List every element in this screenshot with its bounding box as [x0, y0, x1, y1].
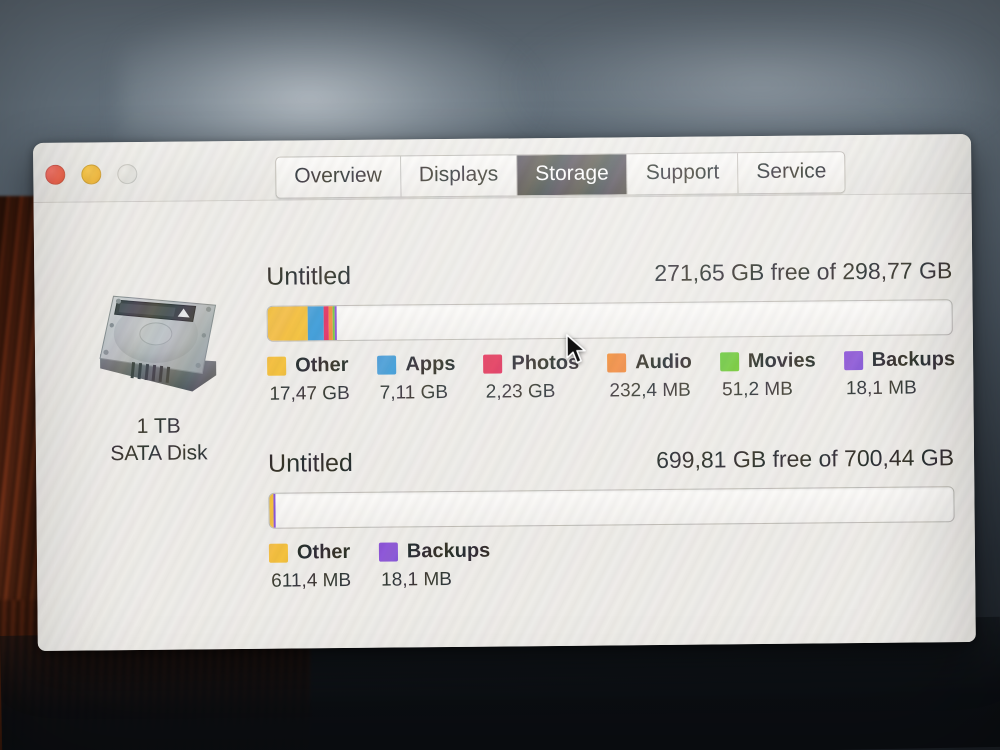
disk-summary: 1 TB SATA Disk — [50, 279, 266, 469]
storage-pane: 1 TB SATA Disk Untitled 271,65 GB free o… — [33, 193, 976, 651]
storage-bar[interactable] — [266, 299, 953, 342]
legend-item: Audio 232,4 MB — [607, 351, 692, 403]
legend-label: Movies — [747, 349, 816, 373]
legend-item-header: Apps — [377, 352, 456, 377]
legend-swatch-icon — [268, 543, 289, 563]
storage-bar[interactable] — [268, 486, 955, 529]
legend-label: Apps — [405, 352, 456, 376]
legend-value: 18,1 MB — [845, 377, 917, 400]
legend-value: 611,4 MB — [271, 569, 352, 592]
tab-bar: Overview Displays Storage Support Servic… — [275, 151, 846, 199]
disk-capacity-label: 1 TB SATA Disk — [52, 413, 267, 469]
legend-item-header: Backups — [378, 539, 491, 564]
tab-storage[interactable]: Storage — [517, 154, 628, 196]
legend-label: Audio — [635, 350, 692, 374]
legend-value: 2,23 GB — [485, 380, 556, 403]
legend-value: 51,2 MB — [722, 378, 793, 401]
minimize-button-icon[interactable] — [81, 164, 102, 185]
tab-service[interactable]: Service — [738, 152, 845, 194]
close-button-icon[interactable] — [45, 164, 66, 185]
volume-name: Untitled — [267, 448, 353, 478]
legend-swatch-icon — [483, 354, 503, 374]
storage-legend: Other 611,4 MB Backups 18,1 MB — [268, 535, 955, 593]
tab-overview[interactable]: Overview — [276, 156, 402, 198]
legend-item: Backups 18,1 MB — [843, 348, 956, 400]
storage-bar-segment — [334, 306, 338, 341]
disk-interface: SATA Disk — [110, 441, 208, 466]
hard-disk-icon — [91, 279, 224, 398]
legend-value: 232,4 MB — [609, 379, 691, 402]
legend-value: 18,1 MB — [381, 568, 452, 591]
disk-capacity: 1 TB — [136, 414, 181, 439]
storage-bar-segment — [267, 306, 308, 341]
zoom-button-icon[interactable] — [117, 164, 138, 185]
volume-free-space: 271,65 GB free of 298,77 GB — [654, 257, 953, 287]
storage-bar-segment — [273, 493, 276, 528]
screen-photo: Overview Displays Storage Support Servic… — [0, 0, 1000, 750]
legend-value: 17,47 GB — [269, 382, 350, 405]
traffic-lights — [45, 164, 138, 185]
legend-label: Other — [296, 540, 351, 564]
legend-swatch-icon — [267, 356, 287, 376]
legend-swatch-icon — [719, 352, 739, 372]
volume-free-space: 699,81 GB free of 700,44 GB — [656, 444, 955, 474]
volume-row: Untitled 271,65 GB free of 298,77 GB Oth… — [266, 256, 956, 406]
window-titlebar[interactable]: Overview Displays Storage Support Servic… — [33, 133, 972, 203]
legend-label: Backups — [871, 348, 956, 371]
legend-item-header: Audio — [607, 351, 692, 375]
legend-label: Backups — [406, 539, 491, 563]
legend-item: Backups 18,1 MB — [378, 539, 491, 592]
legend-label: Photos — [511, 351, 580, 375]
legend-item-header: Other — [268, 540, 351, 565]
volume-header: Untitled 699,81 GB free of 700,44 GB — [268, 443, 954, 479]
system-information-window: Overview Displays Storage Support Servic… — [33, 133, 976, 651]
legend-item: Other 611,4 MB — [268, 540, 352, 593]
legend-swatch-icon — [378, 542, 398, 562]
legend-swatch-icon — [843, 351, 863, 371]
legend-value: 7,11 GB — [379, 382, 449, 404]
tab-support[interactable]: Support — [627, 153, 739, 195]
volume-list: Untitled 271,65 GB free of 298,77 GB Oth… — [266, 256, 956, 637]
legend-item-header: Backups — [843, 348, 956, 372]
legend-item: Apps 7,11 GB — [377, 352, 456, 405]
legend-item: Movies 51,2 MB — [719, 349, 816, 401]
storage-bar-segment — [307, 306, 325, 341]
legend-item-header: Movies — [719, 349, 816, 373]
legend-item: Photos 2,23 GB — [483, 352, 579, 404]
volume-row: Untitled 699,81 GB free of 700,44 GB Oth… — [268, 443, 955, 593]
volume-name: Untitled — [266, 261, 352, 291]
storage-legend: Other 17,47 GB Apps 7,11 GB Photos 2,23 GB Aud… — [267, 348, 956, 406]
tab-displays[interactable]: Displays — [400, 155, 518, 197]
legend-swatch-icon — [607, 353, 627, 373]
legend-item: Other 17,47 GB — [267, 354, 350, 406]
legend-item-header: Other — [267, 354, 349, 378]
legend-swatch-icon — [377, 355, 397, 375]
legend-item-header: Photos — [483, 352, 579, 376]
volume-header: Untitled 271,65 GB free of 298,77 GB — [266, 256, 952, 292]
legend-label: Other — [295, 353, 349, 377]
